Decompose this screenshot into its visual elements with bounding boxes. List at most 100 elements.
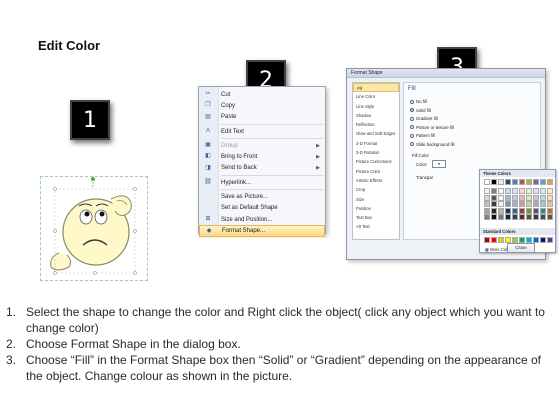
menu-item[interactable]: ▤ Paste <box>199 112 325 123</box>
menu-item[interactable]: ❐ Copy <box>199 100 325 111</box>
fill-option-radio[interactable]: Solid fill <box>410 108 431 113</box>
color-swatch[interactable] <box>519 188 525 194</box>
color-swatch[interactable] <box>533 188 539 194</box>
color-swatch[interactable] <box>540 188 546 194</box>
color-swatch[interactable] <box>498 214 504 220</box>
color-swatch[interactable] <box>547 201 553 207</box>
color-swatch[interactable] <box>498 188 504 194</box>
color-swatch[interactable] <box>491 188 497 194</box>
color-swatch[interactable] <box>498 194 504 201</box>
color-swatch[interactable] <box>526 214 532 220</box>
color-swatch[interactable] <box>484 194 490 201</box>
sidebar-item[interactable]: 3-D Rotation <box>353 148 399 157</box>
selected-shape-panel[interactable] <box>40 176 148 281</box>
color-swatch[interactable] <box>540 201 546 207</box>
color-swatch[interactable] <box>519 207 525 214</box>
color-swatch[interactable] <box>512 214 518 220</box>
color-swatch[interactable] <box>491 214 497 220</box>
sidebar-item[interactable]: Artistic Effects <box>353 176 399 185</box>
color-swatch[interactable] <box>540 207 546 214</box>
sidebar-item[interactable]: Shadow <box>353 111 399 120</box>
sidebar-item[interactable]: Line Style <box>353 102 399 111</box>
color-swatch[interactable] <box>540 214 546 220</box>
sidebar-item[interactable]: Reflection <box>353 120 399 129</box>
sidebar-item[interactable]: Picture Corrections <box>353 157 399 166</box>
color-swatch[interactable] <box>505 214 511 220</box>
fill-option-radio[interactable]: Slide background fill <box>410 142 454 147</box>
color-swatch[interactable] <box>484 237 490 243</box>
color-swatch[interactable] <box>547 194 553 201</box>
color-swatch[interactable] <box>526 201 532 207</box>
sidebar-item[interactable]: Alt Text <box>353 222 399 231</box>
color-swatch[interactable] <box>526 179 532 185</box>
fill-option-radio[interactable]: Picture or texture fill <box>410 125 454 130</box>
color-palette-popup[interactable]: Theme Colors Standard Colors ▦ More Colo… <box>479 169 556 253</box>
close-button[interactable]: Close <box>507 243 535 253</box>
fill-option-radio[interactable]: Pattern fill <box>410 133 435 138</box>
color-swatch[interactable] <box>484 214 490 220</box>
color-swatch[interactable] <box>533 214 539 220</box>
dialog-sidebar[interactable]: Fill Line Color Line Style Shadow Reflection… <box>352 82 400 240</box>
color-swatch[interactable] <box>484 207 490 214</box>
color-swatch[interactable] <box>533 207 539 214</box>
color-swatch[interactable] <box>505 201 511 207</box>
color-swatch[interactable] <box>498 207 504 214</box>
menu-item[interactable]: ◧ Bring to Front ▶ <box>199 151 325 162</box>
color-swatch[interactable] <box>512 194 518 201</box>
color-swatch[interactable] <box>491 179 497 185</box>
color-swatch[interactable] <box>547 179 553 185</box>
color-swatch[interactable] <box>519 179 525 185</box>
color-swatch[interactable] <box>505 194 511 201</box>
sidebar-item[interactable]: Glow and Soft Edges <box>353 129 399 138</box>
fill-option-radio[interactable]: No fill <box>410 99 427 104</box>
fill-option-radio[interactable]: Gradient fill <box>410 116 438 121</box>
menu-item[interactable]: Set as Default Shape <box>199 203 325 214</box>
color-swatch[interactable] <box>484 188 490 194</box>
color-swatch[interactable] <box>512 179 518 185</box>
color-swatch[interactable] <box>540 237 546 243</box>
color-swatch[interactable] <box>505 188 511 194</box>
color-swatch[interactable] <box>484 201 490 207</box>
color-swatch[interactable] <box>498 179 504 185</box>
sidebar-item[interactable]: 3-D Format <box>353 139 399 148</box>
color-picker-button[interactable]: ▾ <box>432 160 446 168</box>
color-swatch[interactable] <box>540 179 546 185</box>
color-swatch[interactable] <box>512 201 518 207</box>
menu-item[interactable]: ✂ Cut <box>199 89 325 100</box>
color-swatch[interactable] <box>519 201 525 207</box>
color-swatch[interactable] <box>526 194 532 201</box>
color-swatch[interactable] <box>533 201 539 207</box>
sidebar-item[interactable]: Text Box <box>353 213 399 222</box>
color-swatch[interactable] <box>547 207 553 214</box>
menu-item[interactable]: ⛓ Hyperlink... <box>199 177 325 188</box>
color-swatch[interactable] <box>533 194 539 201</box>
color-swatch[interactable] <box>484 179 490 185</box>
sidebar-item[interactable]: Fill <box>353 83 399 93</box>
menu-item[interactable]: ◨ Send to Back ▶ <box>199 163 325 174</box>
color-swatch[interactable] <box>547 237 553 243</box>
color-swatch[interactable] <box>540 194 546 201</box>
color-swatch[interactable] <box>491 194 497 201</box>
color-swatch[interactable] <box>519 214 525 220</box>
color-swatch[interactable] <box>491 207 497 214</box>
menu-item[interactable]: ⊞ Size and Position... <box>199 214 325 225</box>
color-swatch[interactable] <box>505 179 511 185</box>
menu-item[interactable]: Save as Picture... <box>199 191 325 202</box>
sidebar-item[interactable]: Size <box>353 195 399 204</box>
color-swatch[interactable] <box>512 207 518 214</box>
color-swatch[interactable] <box>533 179 539 185</box>
color-swatch[interactable] <box>491 201 497 207</box>
color-swatch[interactable] <box>491 237 497 243</box>
color-swatch[interactable] <box>547 188 553 194</box>
color-swatch[interactable] <box>498 237 504 243</box>
menu-item[interactable]: ◆ Format Shape... <box>199 225 325 237</box>
color-swatch[interactable] <box>519 194 525 201</box>
color-swatch[interactable] <box>498 201 504 207</box>
menu-item[interactable]: A Edit Text <box>199 126 325 137</box>
context-menu[interactable]: ✂ Cut ❐ Copy ▤ Paste A Edit Text ▣ Group ▶ ◧ Bring t… <box>198 86 326 237</box>
color-swatch[interactable] <box>526 188 532 194</box>
color-swatch[interactable] <box>526 207 532 214</box>
sidebar-item[interactable]: Picture Color <box>353 167 399 176</box>
sidebar-item[interactable]: Line Color <box>353 92 399 101</box>
thinking-smiley-icon[interactable] <box>41 177 149 282</box>
